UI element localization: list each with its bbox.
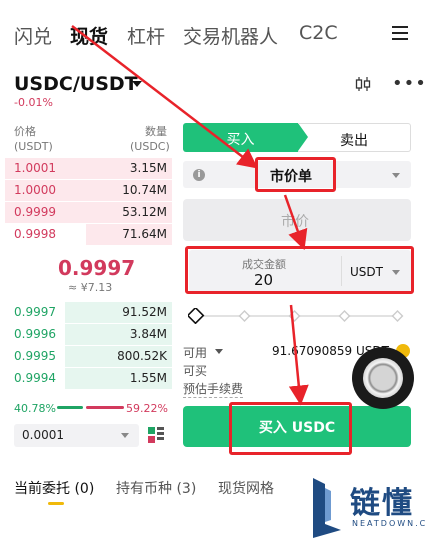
nav-tab-c2c[interactable]: C2C — [299, 22, 338, 44]
can-buy-label: 可买 — [183, 364, 208, 378]
available-label[interactable]: 可用 — [183, 344, 207, 361]
ask-qty: 71.64M — [122, 227, 167, 241]
chevron-down-icon[interactable] — [132, 81, 142, 87]
bid-row[interactable]: 0.9996 3.84M — [0, 324, 172, 345]
chevron-down-icon[interactable] — [392, 173, 400, 178]
qty-header-unit: (USDC) — [130, 140, 170, 153]
bid-row[interactable]: 0.9997 91.52M — [0, 302, 172, 323]
buy-ratio-bar — [57, 406, 83, 409]
last-price-fiat: ≈ ¥7.13 — [68, 281, 113, 294]
sell-ratio: 59.22% — [126, 402, 168, 415]
bid-row[interactable]: 0.9994 1.55M — [0, 368, 172, 389]
ask-row[interactable]: 0.9999 53.12M — [0, 202, 172, 223]
qty-header-label: 数量 — [145, 125, 167, 138]
ask-qty: 10.74M — [122, 183, 167, 197]
nav-tab-spot[interactable]: 现货 — [70, 22, 108, 49]
tab-sell[interactable]: 卖出 — [298, 123, 411, 152]
last-price[interactable]: 0.9997 — [58, 256, 135, 280]
highlight-order-type — [255, 157, 336, 192]
ask-row[interactable]: 0.9998 71.64M — [0, 224, 172, 245]
bid-qty: 800.52K — [117, 349, 167, 363]
ask-row[interactable]: 1.0000 10.74M — [0, 180, 172, 201]
ask-price: 1.0001 — [14, 161, 56, 175]
watermark-url: NEATDOWN.COM — [352, 519, 425, 528]
candlestick-icon[interactable] — [354, 76, 372, 92]
bid-qty: 1.55M — [129, 371, 167, 385]
price-header-label: 价格 — [14, 125, 36, 138]
market-price-label: 市价 — [281, 214, 309, 230]
ask-qty: 53.12M — [122, 205, 167, 219]
tab-spot-grid[interactable]: 现货网格 — [218, 478, 274, 498]
tab-buy[interactable]: 买入 — [183, 123, 308, 152]
bid-qty: 3.84M — [129, 327, 167, 341]
active-tab-indicator — [48, 502, 64, 505]
price-change: -0.01% — [14, 96, 53, 109]
chevron-down-icon[interactable] — [121, 433, 129, 438]
ask-price: 0.9999 — [14, 205, 56, 219]
bid-qty: 91.52M — [122, 305, 167, 319]
price-header-unit: (USDT) — [14, 140, 53, 153]
floating-ring-icon — [363, 358, 403, 398]
more-icon[interactable]: ••• — [392, 75, 425, 93]
bid-price: 0.9995 — [14, 349, 56, 363]
watermark-text: 链懂 — [350, 486, 414, 521]
buy-ratio: 40.78% — [14, 402, 56, 415]
sell-ratio-bar — [86, 406, 124, 409]
ask-price: 0.9998 — [14, 227, 56, 241]
estimated-fee-label[interactable]: 预估手续费 — [183, 380, 244, 398]
chevron-down-icon[interactable] — [215, 349, 223, 354]
tab-holdings[interactable]: 持有币种 (3) — [116, 478, 196, 498]
bid-price: 0.9994 — [14, 371, 56, 385]
amount-slider[interactable] — [188, 308, 408, 324]
tab-open-orders[interactable]: 当前委托 (0) — [14, 478, 94, 498]
highlight-amount — [185, 246, 414, 294]
pair-selector[interactable]: USDC/USDT — [14, 73, 138, 95]
top-nav: 闪兑 现货 杠杆 交易机器人 C2C — [0, 0, 425, 64]
bid-price: 0.9997 — [14, 305, 56, 319]
menu-icon[interactable] — [392, 26, 408, 40]
nav-tab-swap[interactable]: 闪兑 — [14, 22, 52, 49]
ask-qty: 3.15M — [129, 161, 167, 175]
watermark-logo — [313, 478, 341, 538]
qty-header: 数量 (USDC) — [130, 124, 170, 154]
price-header: 价格 (USDT) — [14, 124, 53, 154]
highlight-buy-button — [229, 402, 352, 455]
slider-diamond-icon[interactable] — [188, 308, 205, 324]
nav-tab-margin[interactable]: 杠杆 — [127, 22, 165, 49]
nav-tab-trading-bot[interactable]: 交易机器人 — [183, 22, 278, 49]
info-icon[interactable]: i — [193, 169, 205, 181]
orderbook-layout-icon[interactable] — [147, 426, 165, 444]
floating-assistive-button[interactable] — [352, 347, 414, 409]
bid-row[interactable]: 0.9995 800.52K — [0, 346, 172, 367]
ask-row[interactable]: 1.0001 3.15M — [0, 158, 172, 179]
bid-price: 0.9996 — [14, 327, 56, 341]
ask-price: 1.0000 — [14, 183, 56, 197]
